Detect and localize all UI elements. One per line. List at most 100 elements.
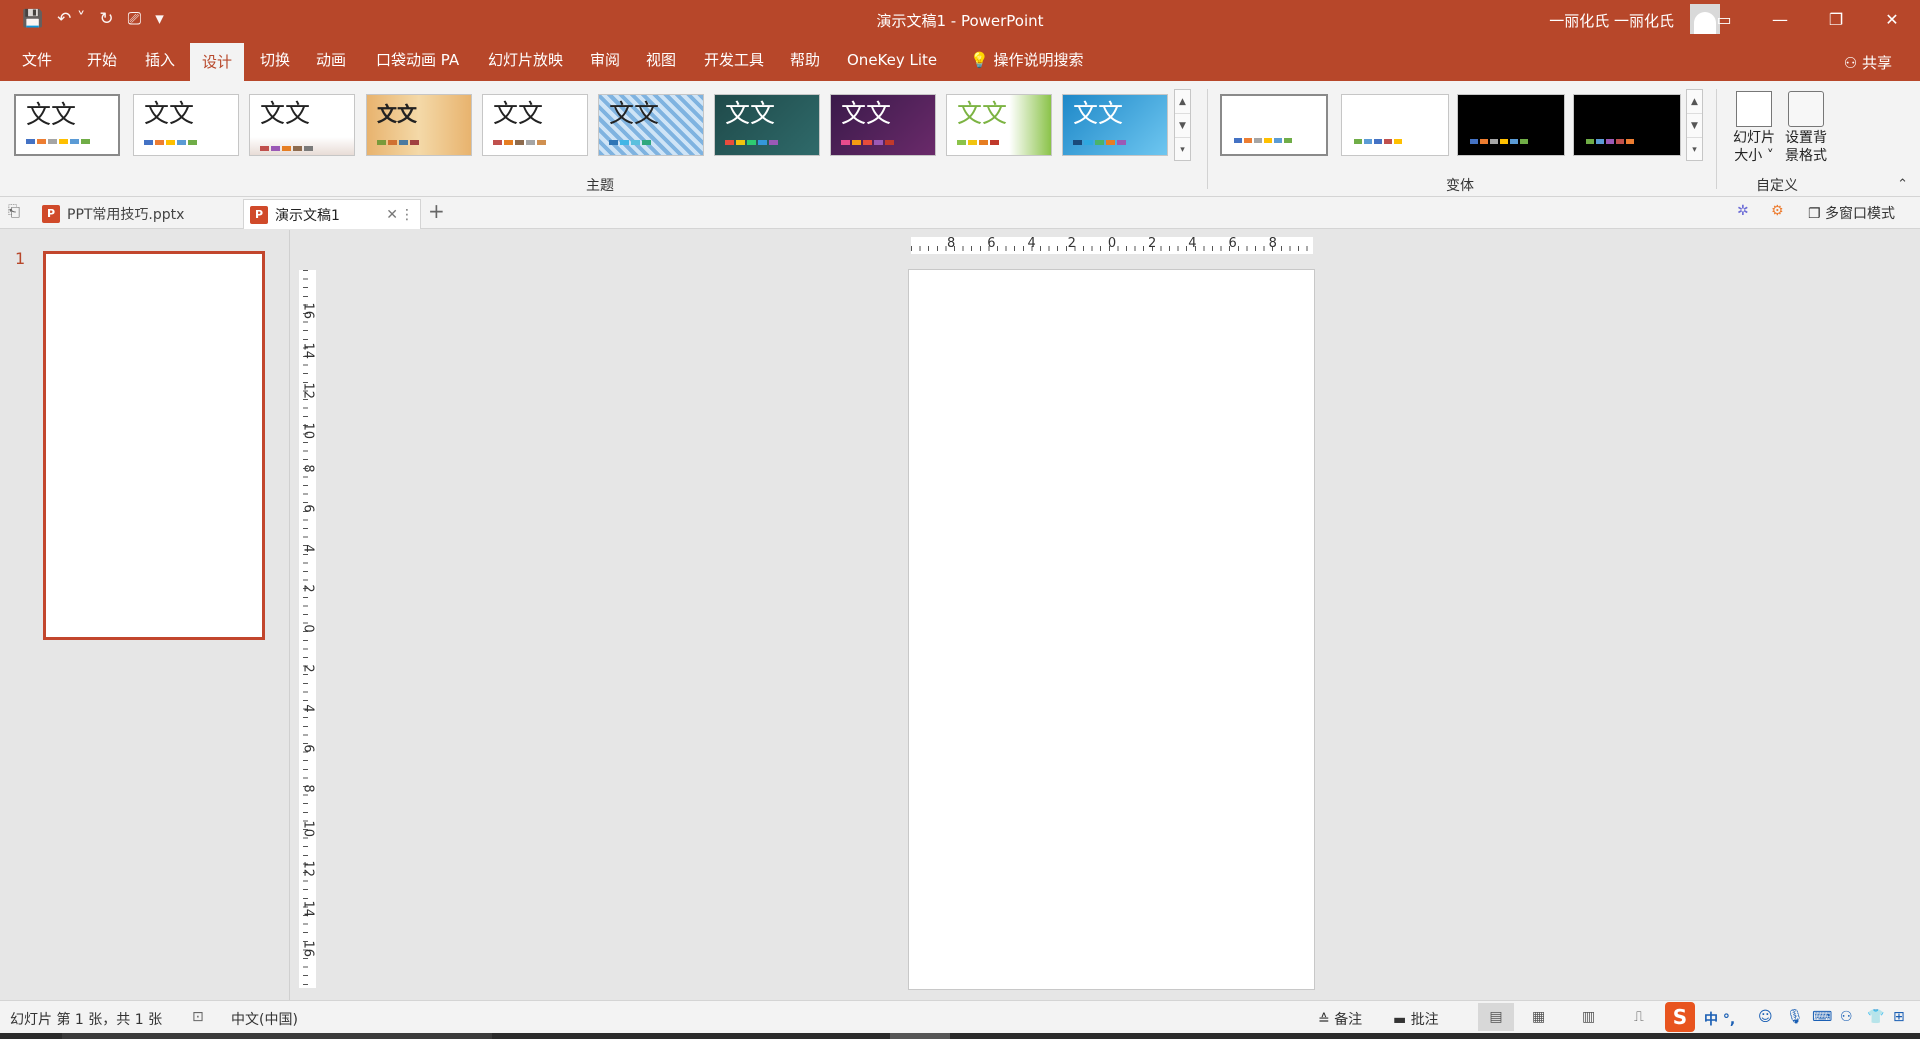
- tab-transitions[interactable]: 切换: [248, 48, 302, 81]
- theme-thumb-text: 文文: [841, 99, 892, 128]
- normal-view-icon[interactable]: ▤: [1478, 1003, 1514, 1031]
- file-panel-icon[interactable]: ⎗: [8, 202, 20, 220]
- ruler-label: 6: [300, 744, 316, 753]
- ruler-label: 10: [300, 422, 316, 439]
- notes-button[interactable]: ≙ 备注: [1318, 1009, 1362, 1029]
- share-button[interactable]: ⚇ 共享: [1844, 52, 1892, 73]
- tab-help[interactable]: 帮助: [778, 48, 832, 81]
- toolbox-icon[interactable]: ⊞: [1893, 1009, 1905, 1025]
- tab-review[interactable]: 审阅: [578, 48, 632, 81]
- pin-icon[interactable]: ✲: [1737, 203, 1749, 219]
- slide-sorter-icon[interactable]: ▦: [1532, 1009, 1545, 1025]
- tab-animations[interactable]: 动画: [304, 48, 358, 81]
- theme-thumb-text: 文文: [493, 99, 544, 128]
- ruler-label: 0: [300, 624, 316, 633]
- ruler-label: 6: [1228, 236, 1237, 251]
- ribbon-display-options-icon[interactable]: ▭: [1696, 0, 1752, 39]
- slide-canvas[interactable]: [908, 269, 1315, 990]
- scroll-up-icon[interactable]: ▲: [1687, 90, 1702, 114]
- theme-10[interactable]: 文文: [1062, 94, 1168, 156]
- document-tab-ppt-tips[interactable]: P PPT常用技巧.pptx: [36, 199, 241, 229]
- share-label: 共享: [1861, 54, 1892, 72]
- tab-pocket-animation[interactable]: 口袋动画 PA: [364, 48, 471, 81]
- slideshow-view-icon[interactable]: ⎍: [1634, 1009, 1644, 1025]
- tab-view[interactable]: 视图: [634, 48, 688, 81]
- variant-2[interactable]: [1341, 94, 1449, 156]
- language-indicator[interactable]: 中文(中国): [231, 1009, 298, 1029]
- format-background-label-2: 景格式: [1785, 148, 1827, 164]
- gallery-more-icon[interactable]: ▾: [1175, 138, 1190, 162]
- ime-mode[interactable]: 中 °,: [1704, 1009, 1735, 1029]
- ruler-label: 2: [300, 664, 316, 673]
- reading-view-icon[interactable]: ▥: [1582, 1009, 1595, 1025]
- ruler-label: 0: [1107, 236, 1117, 251]
- variant-1[interactable]: [1220, 94, 1328, 156]
- new-tab-icon[interactable]: +: [428, 199, 445, 223]
- comments-button[interactable]: ▬ 批注: [1393, 1009, 1439, 1029]
- variants-gallery-scroll[interactable]: ▲ ▼ ▾: [1686, 89, 1703, 161]
- emoji-icon[interactable]: ☺: [1758, 1009, 1773, 1025]
- tab-file[interactable]: 文件: [10, 48, 64, 81]
- keyboard-icon[interactable]: ⌨: [1812, 1009, 1832, 1025]
- ruler-label: 8: [300, 783, 316, 793]
- ruler-label: 10: [300, 820, 316, 838]
- group-separator: [1207, 89, 1208, 189]
- spell-check-icon[interactable]: ⊡: [192, 1009, 204, 1025]
- slide-editor: 8 6 4 2 0 2 4 6 8 16 14 12 10 8 6 4 2 0 2 4 6 8 10 12 14 16: [291, 230, 1920, 1000]
- tab-onekey-lite[interactable]: OneKey Lite: [835, 48, 949, 81]
- tab-developer[interactable]: 开发工具: [692, 48, 776, 81]
- scroll-down-icon[interactable]: ▼: [1687, 114, 1702, 138]
- settings-gear-icon[interactable]: ⚙: [1771, 203, 1784, 219]
- theme-3[interactable]: 文文: [249, 94, 355, 156]
- theme-office[interactable]: 文文: [14, 94, 120, 156]
- ruler-label: 4: [1188, 236, 1197, 251]
- slide-number: 1: [15, 249, 26, 268]
- document-tab-label: 演示文稿1: [275, 207, 340, 224]
- close-icon[interactable]: ✕: [1864, 0, 1920, 39]
- minimize-icon[interactable]: —: [1752, 0, 1808, 39]
- microphone-icon[interactable]: 🎙: [1786, 1009, 1804, 1025]
- sogou-ime-icon[interactable]: S: [1665, 1002, 1695, 1032]
- ruler-label: 6: [987, 236, 996, 251]
- theme-5[interactable]: 文文: [482, 94, 588, 156]
- tab-insert[interactable]: 插入: [133, 48, 187, 81]
- horizontal-ruler[interactable]: 8 6 4 2 0 2 4 6 8: [911, 236, 1313, 254]
- variant-3[interactable]: [1457, 94, 1565, 156]
- collapse-ribbon-icon[interactable]: ⌃: [1897, 177, 1908, 192]
- title-bar: 💾 ↶ ˅ ↻ ⎚ ▾ 演示文稿1 - PowerPoint 一丽化氏 一丽化氏…: [0, 0, 1920, 39]
- tab-slideshow[interactable]: 幻灯片放映: [476, 48, 575, 81]
- variant-4[interactable]: [1573, 94, 1681, 156]
- slide-size-button[interactable]: 幻灯片 大小 ˅: [1727, 91, 1781, 165]
- themes-group-label: 主题: [586, 178, 614, 194]
- tell-me-search[interactable]: 💡 操作说明搜索: [958, 48, 1095, 81]
- theme-4[interactable]: 文文: [366, 94, 472, 156]
- theme-office-2[interactable]: 文文: [133, 94, 239, 156]
- variants-group-label: 变体: [1446, 178, 1474, 194]
- tab-menu-icon[interactable]: ⋮: [400, 207, 414, 223]
- multi-window-button[interactable]: ❐ 多窗口模式: [1808, 203, 1895, 223]
- vertical-ruler[interactable]: 16 14 12 10 8 6 4 2 0 2 4 6 8 10 12 14 16: [299, 270, 316, 988]
- ruler-label: 8: [1268, 236, 1277, 251]
- ime-user-icon[interactable]: ⚇: [1840, 1009, 1853, 1025]
- user-name[interactable]: 一丽化氏 一丽化氏: [1549, 10, 1674, 31]
- tab-design[interactable]: 设计: [190, 43, 245, 81]
- slide-thumbnail[interactable]: [43, 251, 265, 640]
- restore-icon[interactable]: ❐: [1808, 0, 1864, 39]
- gallery-more-icon[interactable]: ▾: [1687, 138, 1702, 162]
- document-tab-presentation1[interactable]: P 演示文稿1 ✕ ⋮: [243, 199, 421, 229]
- window-icon: ❐: [1808, 206, 1826, 222]
- skin-icon[interactable]: 👕: [1867, 1009, 1884, 1025]
- format-background-button[interactable]: 设置背 景格式: [1779, 91, 1833, 165]
- theme-6[interactable]: 文文: [598, 94, 704, 156]
- scroll-up-icon[interactable]: ▲: [1175, 90, 1190, 114]
- multi-window-label: 多窗口模式: [1825, 206, 1896, 222]
- tab-home[interactable]: 开始: [75, 48, 129, 81]
- window-controls: ▭ — ❐ ✕: [1696, 0, 1920, 39]
- theme-9[interactable]: 文文: [946, 94, 1052, 156]
- themes-gallery-scroll[interactable]: ▲ ▼ ▾: [1174, 89, 1191, 161]
- scroll-down-icon[interactable]: ▼: [1175, 114, 1190, 138]
- ruler-label: 16: [300, 302, 316, 319]
- theme-7[interactable]: 文文: [714, 94, 820, 156]
- close-tab-icon[interactable]: ✕: [386, 207, 398, 223]
- theme-8[interactable]: 文文: [830, 94, 936, 156]
